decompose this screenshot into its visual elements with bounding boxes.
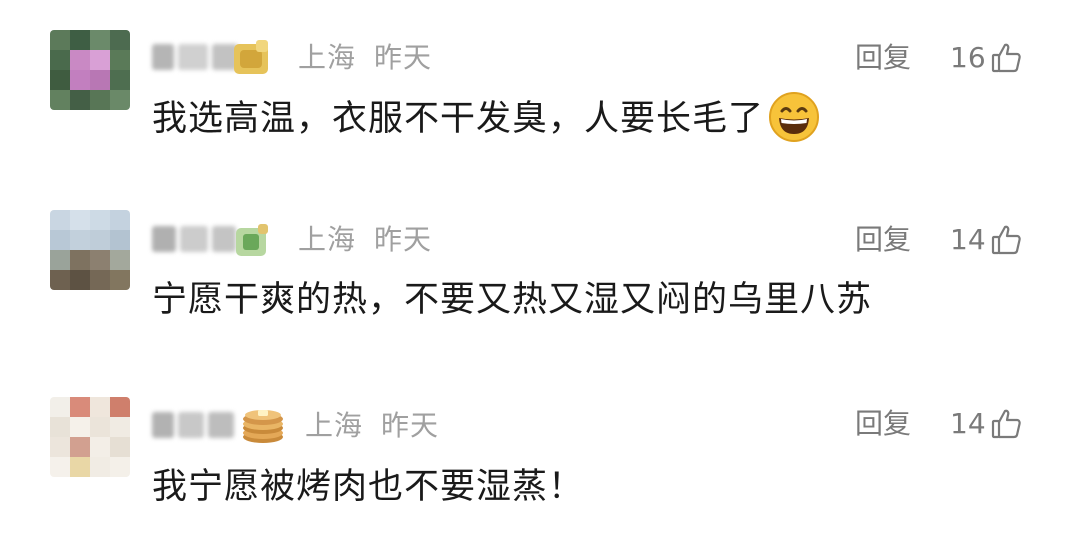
- comment-meta: 上海 昨天: [298, 222, 432, 258]
- location: 上海: [298, 223, 357, 256]
- avatar[interactable]: [50, 30, 130, 110]
- comment-meta: 上海 昨天: [305, 408, 439, 444]
- avatar[interactable]: [50, 210, 130, 290]
- timestamp: 昨天: [374, 223, 433, 256]
- location: 上海: [298, 41, 357, 74]
- green-badge-icon: [236, 224, 268, 256]
- username[interactable]: [152, 224, 236, 254]
- like-count: 16: [950, 41, 986, 74]
- thumbs-up-icon: [991, 225, 1021, 255]
- grinning-face-icon: [769, 92, 820, 142]
- location: 上海: [305, 409, 364, 442]
- like-button[interactable]: 14: [950, 222, 1022, 258]
- timestamp: 昨天: [374, 41, 433, 74]
- thumbs-up-icon: [991, 409, 1021, 439]
- reply-button[interactable]: 回复: [855, 406, 911, 442]
- reply-button[interactable]: 回复: [855, 222, 911, 258]
- timestamp: 昨天: [381, 409, 440, 442]
- username[interactable]: [152, 42, 238, 72]
- like-count: 14: [950, 223, 986, 256]
- pancake-icon: [243, 410, 283, 443]
- avatar[interactable]: [50, 397, 130, 477]
- comment-meta: 上海 昨天: [298, 40, 432, 76]
- comment-text: 宁愿干爽的热，不要又热又湿又闷的乌里八苏: [152, 280, 873, 320]
- reply-button[interactable]: 回复: [855, 40, 911, 76]
- thumbs-up-icon: [991, 43, 1021, 73]
- username[interactable]: [152, 410, 234, 440]
- like-button[interactable]: 16: [950, 40, 1022, 76]
- comment-text-content: 我选高温，衣服不干发臭，人要长毛了: [152, 99, 765, 139]
- like-button[interactable]: 14: [950, 406, 1022, 442]
- yellow-cat-badge-icon: [234, 40, 268, 74]
- like-count: 14: [950, 407, 986, 440]
- comment-text: 我宁愿被烤肉也不要湿蒸！: [152, 467, 585, 507]
- comment-text: 我选高温，衣服不干发臭，人要长毛了: [152, 92, 820, 144]
